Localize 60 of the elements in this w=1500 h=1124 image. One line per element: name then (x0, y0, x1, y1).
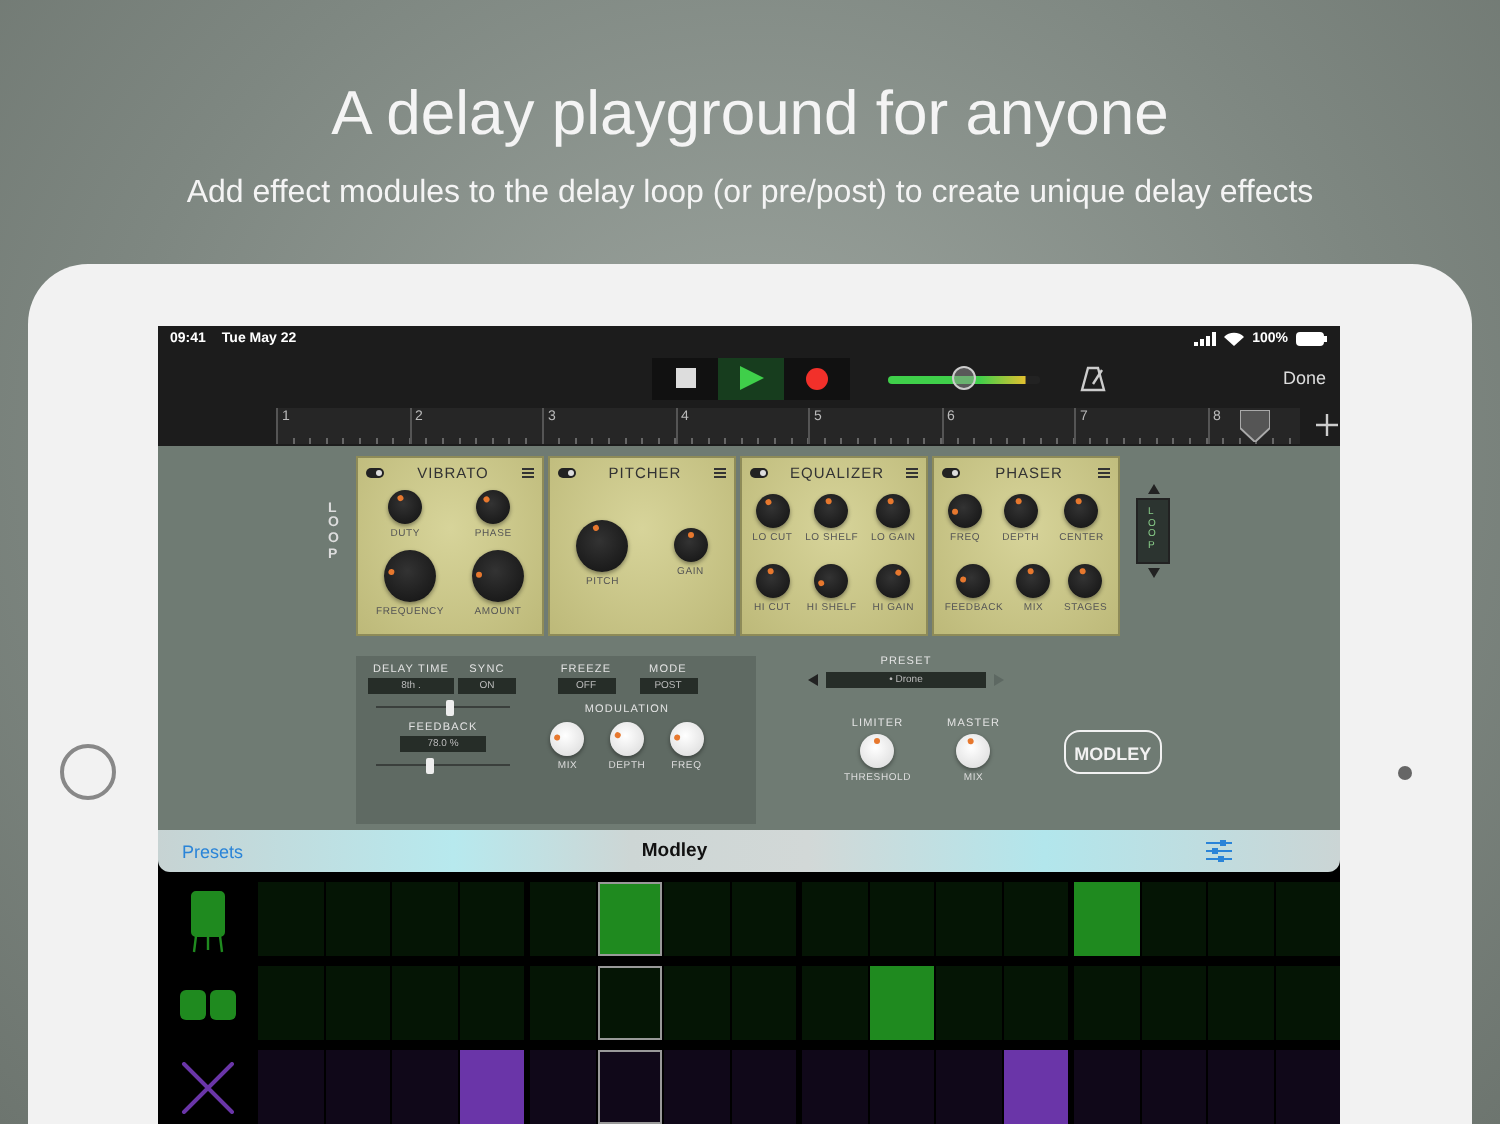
knob[interactable] (472, 550, 525, 603)
knob[interactable] (755, 493, 790, 528)
down-arrow-icon[interactable] (1147, 567, 1159, 578)
metronome-icon[interactable] (1080, 365, 1106, 392)
knob[interactable] (876, 493, 911, 528)
done-button[interactable]: Done (1282, 367, 1326, 388)
volume-thumb[interactable] (952, 365, 976, 390)
drumsticks-icon[interactable] (180, 1061, 236, 1113)
home-button[interactable] (60, 744, 116, 800)
record-icon (806, 367, 828, 390)
camera-dot (1398, 766, 1412, 780)
knob[interactable] (814, 493, 849, 528)
toggle-switch[interactable] (558, 467, 576, 478)
playhead-marker-icon[interactable] (1240, 409, 1270, 442)
knob[interactable] (384, 550, 437, 603)
knob[interactable] (860, 733, 895, 768)
menu-icon[interactable] (1098, 467, 1110, 478)
knob[interactable] (673, 528, 708, 563)
knob[interactable] (876, 563, 911, 598)
knob[interactable] (948, 493, 983, 528)
modley-logo: MODLEY (1064, 729, 1162, 774)
menu-icon[interactable] (714, 467, 726, 478)
subtitle: Add effect modules to the delay loop (or pre/post) to create unique delay effects (186, 174, 1314, 214)
knob[interactable] (814, 563, 849, 598)
menu-icon[interactable] (906, 467, 918, 478)
toggle-switch[interactable] (750, 467, 768, 478)
toggle-switch[interactable] (366, 467, 384, 478)
settings-icon[interactable] (1206, 840, 1232, 863)
knob[interactable] (755, 563, 790, 598)
play-icon (739, 366, 763, 391)
signal-icon (1194, 332, 1217, 347)
knob[interactable] (669, 721, 704, 756)
knob[interactable] (1068, 563, 1103, 598)
slider-thumb[interactable] (445, 699, 454, 716)
knob[interactable] (1016, 563, 1051, 598)
nav-title: Modley (639, 840, 710, 863)
knob[interactable] (609, 721, 644, 756)
stop-icon (675, 368, 695, 389)
knob[interactable] (388, 489, 423, 524)
step-pad[interactable] (597, 1050, 662, 1124)
knob[interactable] (1064, 493, 1099, 528)
knob[interactable] (576, 519, 629, 572)
play-button[interactable] (718, 357, 784, 400)
wifi-icon (1224, 332, 1245, 347)
knob[interactable] (956, 733, 991, 768)
knob[interactable] (1003, 493, 1038, 528)
toggle-switch[interactable] (942, 467, 960, 478)
knob[interactable] (550, 721, 585, 756)
menu-icon[interactable] (522, 467, 534, 478)
up-arrow-icon[interactable] (1147, 483, 1159, 494)
headline: A delay playground for anyone (331, 76, 1169, 152)
drum-icon[interactable] (188, 885, 228, 953)
knob[interactable] (476, 489, 511, 524)
previous-icon[interactable] (808, 673, 818, 686)
slider-thumb[interactable] (425, 757, 434, 774)
add-icon[interactable] (1316, 414, 1338, 437)
knob[interactable] (956, 563, 991, 598)
step-pad[interactable] (597, 966, 662, 1040)
battery-icon (1296, 332, 1328, 347)
bongo-drums-icon[interactable] (180, 985, 236, 1021)
